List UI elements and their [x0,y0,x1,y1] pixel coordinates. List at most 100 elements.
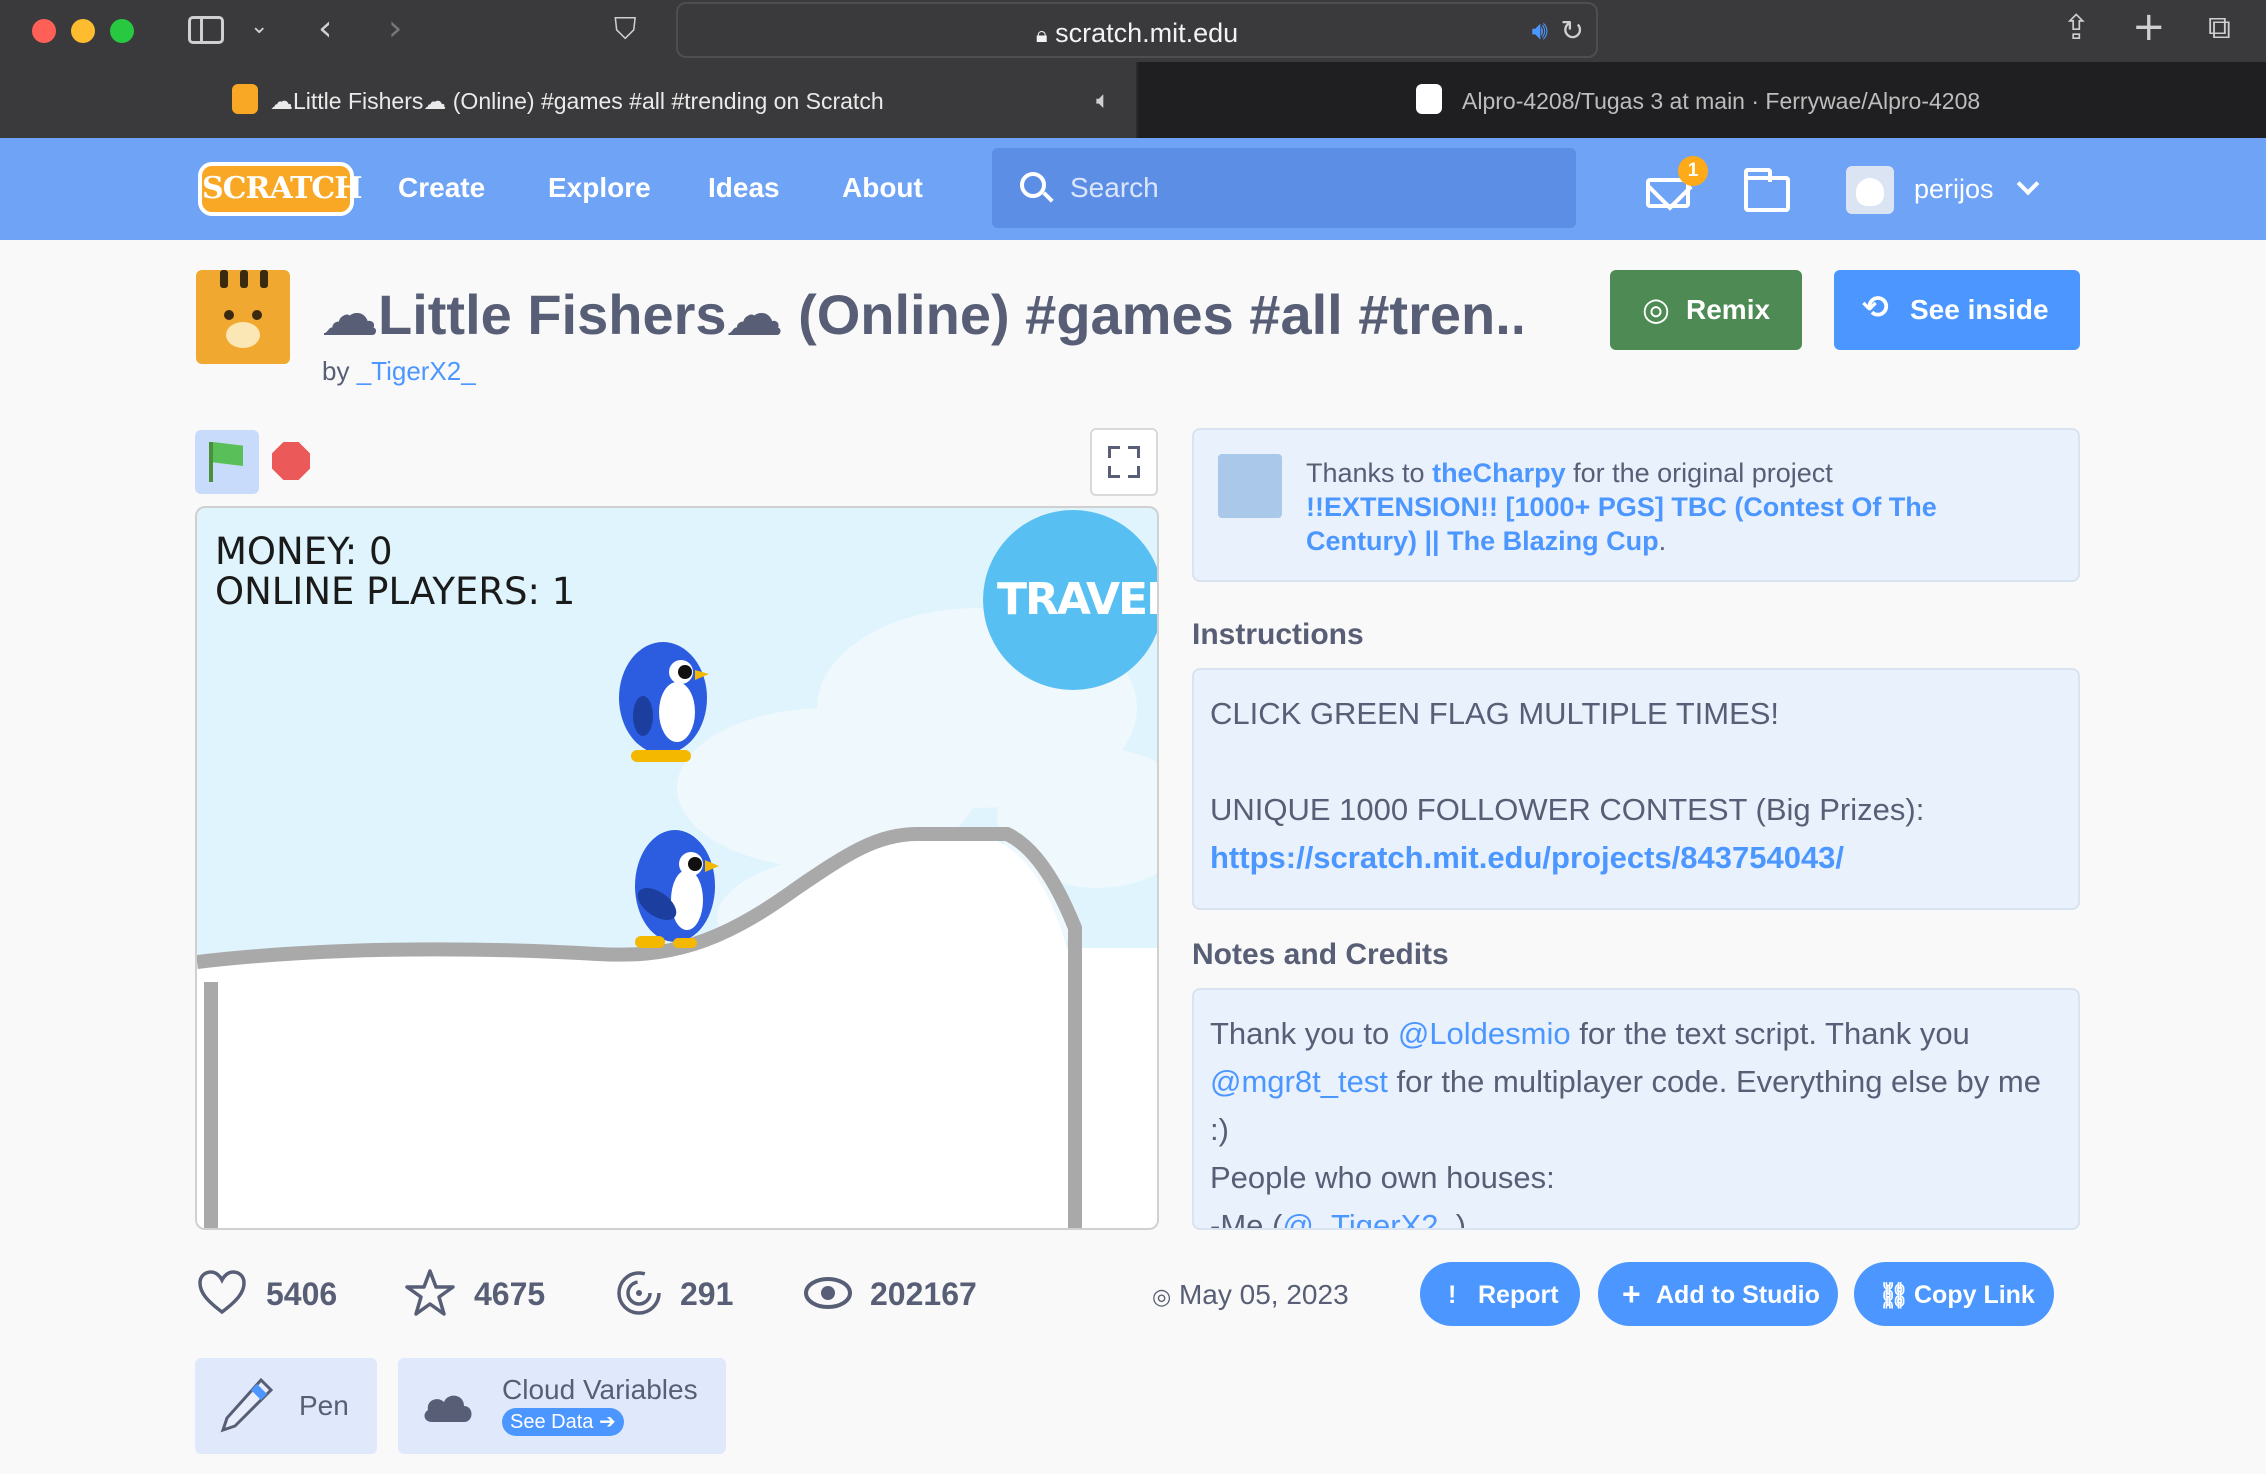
project-author-line: by _TigerX2_ [322,356,476,387]
notes-heading: Notes and Credits [1192,938,1449,971]
pen-extension-chip: Pen [195,1358,377,1454]
nav-explore[interactable]: Explore [548,172,651,204]
see-inside-icon: ⟲ [1862,288,1889,326]
link-icon: ⛓ [1878,1281,1910,1310]
favorite-icon[interactable] [404,1268,456,1318]
search-icon [1020,172,1046,198]
green-flag-button[interactable] [195,430,259,494]
money-display: MONEY: 0 [215,530,393,573]
add-to-studio-button[interactable]: + Add to Studio [1598,1262,1838,1326]
mention-link[interactable]: @Loldesmio [1398,1016,1571,1051]
report-button[interactable]: ! Report [1420,1262,1580,1326]
browser-toolbar: ⌄ ‹ › ⛉ 🔒︎ scratch.mit.edu 🔊︎ ↻ ⇪ + ⧉ [0,0,2266,62]
address-bar[interactable]: 🔒︎ scratch.mit.edu 🔊︎ ↻ [676,2,1598,58]
search-input[interactable]: Search [1070,172,1159,204]
tab-title: Alpro-4208/Tugas 3 at main · Ferrywae/Al… [1462,88,1981,114]
pen-icon [220,1377,274,1433]
original-author-link[interactable]: theCharpy [1432,458,1566,488]
date-icon: ◎ [1152,1285,1172,1310]
share-date: ◎ May 05, 2023 [1152,1279,1349,1310]
audio-icon[interactable]: 🔊︎ [1532,16,1548,47]
username[interactable]: perijos [1914,174,1994,205]
messages-count-badge: 1 [1678,156,1708,186]
instructions-heading: Instructions [1192,618,1364,651]
remix-count: 291 [680,1276,734,1312]
remix-label: Remix [1686,294,1771,325]
minimize-window-button[interactable] [71,19,95,43]
my-stuff-folder-icon[interactable] [1744,168,1790,212]
flag-icon [209,442,213,482]
cloud-variables-label: Cloud Variables [502,1374,698,1405]
fullscreen-icon [1108,446,1120,458]
chevron-down-icon[interactable]: ⌄ [250,14,268,39]
penguin-sprite-icon [635,830,719,948]
shield-icon[interactable]: ⛉ [614,12,637,47]
zoom-window-button[interactable] [110,19,134,43]
tab-overview-icon[interactable]: ⧉ [2208,8,2231,47]
tab-title: ☁Little Fishers☁ (Online) #games #all #t… [270,88,884,114]
plus-icon: + [1622,1276,1641,1312]
online-players-display: ONLINE PLAYERS: 1 [215,570,576,613]
close-window-button[interactable] [32,19,56,43]
url-text: scratch.mit.edu [1055,18,1239,48]
nav-ideas[interactable]: Ideas [708,172,780,204]
author-avatar[interactable] [196,270,290,364]
instructions-text: CLICK GREEN FLAG MULTIPLE TIMES! UNIQUE … [1210,690,2058,882]
avatar[interactable] [1846,166,1894,214]
scratch-navbar: SCRATCH Create Explore Ideas About Searc… [0,138,2266,240]
by-label: by [322,356,350,386]
notes-panel[interactable]: Thank you to @Loldesmio for the text scr… [1192,988,2080,1230]
new-tab-icon[interactable]: + [2132,4,2166,50]
travel-label: TRAVEL [997,574,1159,625]
remix-credit-panel: Thanks to theCharpy for the original pro… [1192,428,2080,582]
sidebar-toggle-icon[interactable] [188,16,224,44]
author-link[interactable]: _TigerX2_ [357,356,476,386]
see-data-button[interactable]: See Data ➔ [502,1408,624,1436]
favorite-count: 4675 [474,1276,546,1312]
mute-tab-icon[interactable]: 🔈︎ [1096,86,1110,114]
original-project-link[interactable]: !!EXTENSION!! [1000+ PGS] TBC (Contest O… [1306,492,1937,556]
see-inside-button[interactable]: ⟲ See inside [1834,270,2080,350]
project-title: ☁Little Fishers☁ (Online) #games #all #t… [322,283,1522,346]
penguin-sprite-icon [619,642,709,762]
nav-create[interactable]: Create [398,172,485,204]
pen-label: Pen [299,1390,349,1421]
fullscreen-button[interactable] [1090,428,1158,496]
project-stage[interactable]: MONEY: 0 ONLINE PLAYERS: 1 TRAVEL [195,506,1159,1230]
notes-text: Thank you to @Loldesmio for the text scr… [1210,1010,2058,1228]
instructions-panel[interactable]: CLICK GREEN FLAG MULTIPLE TIMES! UNIQUE … [1192,668,2080,910]
alert-icon: ! [1448,1281,1457,1309]
tab-github[interactable]: Alpro-4208/Tugas 3 at main · Ferrywae/Al… [1138,62,2266,138]
mention-link[interactable]: @_TigerX2_ [1282,1208,1455,1228]
share-icon[interactable]: ⇪ [2062,8,2091,48]
love-icon[interactable] [196,1268,248,1316]
remix-button[interactable]: ◎ Remix [1610,270,1802,350]
remix-count-icon [617,1271,661,1315]
search-box[interactable]: Search [992,148,1576,228]
cloud-variables-extension-chip: Cloud Variables See Data ➔ [398,1358,726,1454]
contest-link[interactable]: https://scratch.mit.edu/projects/8437540… [1210,834,2058,882]
forward-icon[interactable]: › [388,8,402,49]
views-count: 202167 [870,1276,977,1312]
github-favicon-icon [1416,84,1442,114]
mention-link[interactable]: @mgr8t_test [1210,1064,1388,1099]
tab-scratch[interactable]: ☁Little Fishers☁ (Online) #games #all #t… [0,62,1136,138]
chevron-down-icon[interactable] [2016,172,2040,196]
travel-button[interactable]: TRAVEL [983,510,1159,690]
scratch-favicon-icon [232,84,258,114]
back-icon[interactable]: ‹ [318,8,332,49]
scratch-logo[interactable]: SCRATCH [198,162,363,216]
tab-bar: ☁Little Fishers☁ (Online) #games #all #t… [0,62,2266,138]
reload-icon[interactable]: ↻ [1561,14,1584,47]
arrow-right-icon: ➔ [598,1411,616,1433]
stop-button[interactable] [272,442,310,480]
love-count: 5406 [266,1276,338,1312]
remix-credit-text: Thanks to theCharpy for the original pro… [1306,458,1937,556]
copy-link-button[interactable]: ⛓ Copy Link [1854,1262,2054,1326]
nav-about[interactable]: About [842,172,923,204]
original-project-thumbnail[interactable] [1218,454,1282,518]
cloud-icon [424,1395,472,1422]
see-inside-label: See inside [1910,294,2049,325]
remix-icon: ◎ [1642,290,1670,328]
views-icon [804,1277,852,1309]
